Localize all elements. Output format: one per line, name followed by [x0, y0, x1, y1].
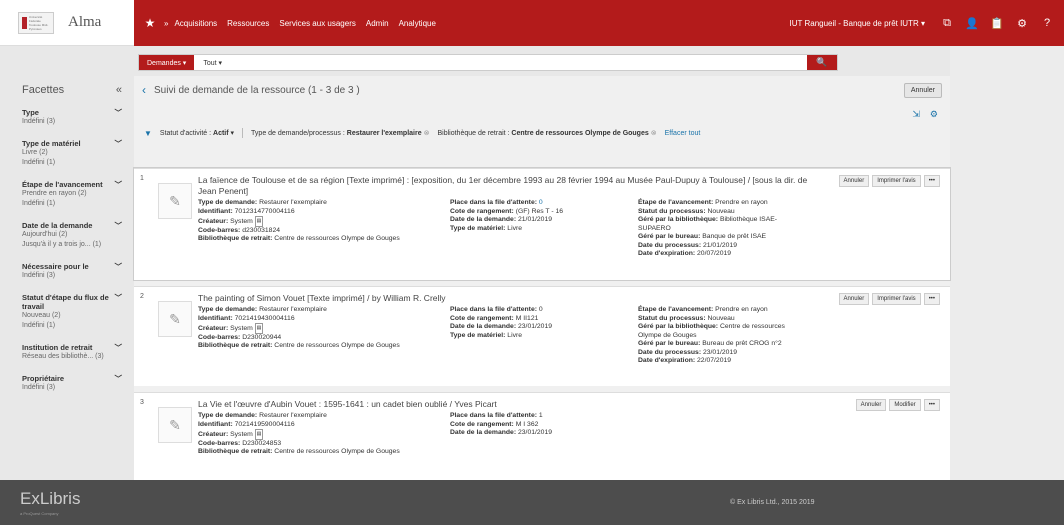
app-name: Alma [68, 14, 102, 30]
chevron-down-icon[interactable]: ﹀ [115, 293, 123, 311]
institution-selector[interactable]: IUT Rangueil - Banque de prêt IUTR ▾ [790, 19, 926, 28]
request-row[interactable]: 2 ✎ The painting of Simon Vouet [Texte i… [134, 286, 950, 386]
nav-admin[interactable]: Admin [366, 19, 389, 28]
request-title[interactable]: The painting of Simon Vouet [Texte impri… [198, 293, 828, 304]
search-button[interactable]: 🔍 [807, 55, 837, 70]
clear-all-link[interactable]: Effacer tout [665, 130, 701, 137]
edit-request-button[interactable]: Modifier [889, 399, 921, 411]
request-title[interactable]: La faïence de Toulouse et de sa région [… [198, 175, 828, 197]
exlibris-logo: ExLibris [20, 489, 81, 508]
more-actions-button[interactable]: ••• [923, 293, 940, 305]
request-row[interactable]: 1 ✎ La faïence de Toulouse et de sa régi… [134, 168, 950, 280]
search-icon: 🔍 [816, 57, 828, 67]
brand[interactable]: Université Fédérale Toulouse Midi-Pyréné… [0, 0, 134, 46]
facet-workflow-status: Statut d'étape du flux de travail ﹀ Nouve… [22, 293, 123, 329]
chevron-down-icon[interactable]: ﹀ [115, 139, 123, 148]
collapse-facets-icon[interactable]: « [116, 84, 122, 96]
active-filters: ▼ Statut d'activité : Actif ▾ Type de de… [134, 124, 950, 142]
cancel-request-button[interactable]: Annuler [855, 399, 887, 411]
facets-panel: Facettes « Type ﹀ Indéfini (3) Type de ma… [0, 76, 130, 480]
chevron-down-icon[interactable]: ﹀ [115, 343, 123, 352]
book-thumbnail-icon: ✎ [158, 183, 192, 219]
more-actions-button[interactable]: ••• [923, 175, 940, 187]
gear-icon[interactable]: ⚙ [930, 109, 938, 120]
user-info-icon[interactable]: ▤ [254, 323, 264, 334]
persistent-search: Demandes ▾ Tout ▾ 🔍 [138, 54, 838, 71]
nav-services-usagers[interactable]: Services aux usagers [279, 19, 355, 28]
star-icon[interactable]: ★ [140, 16, 160, 30]
print-slip-button[interactable]: Imprimer l'avis [872, 293, 921, 305]
filter-pickup-library[interactable]: Bibliothèque de retrait : Centre de ress… [437, 129, 656, 137]
back-icon[interactable]: ‹ [142, 83, 146, 97]
main-nav: ★ » Acquisitions Ressources Services aux… [134, 0, 1064, 46]
nav-analytique[interactable]: Analytique [399, 19, 436, 28]
user-info-icon[interactable]: ▤ [254, 429, 264, 440]
tasks-icon[interactable]: ⧉ [940, 17, 954, 30]
footer: ExLibris a ProQuest Company © Ex Libris … [0, 480, 1064, 525]
facet-needed-by: Nécessaire pour le ﹀ Indéfini (3) [22, 262, 123, 279]
institution-logo: Université Fédérale Toulouse Midi-Pyréné… [18, 11, 54, 34]
facet-type: Type ﹀ Indéfini (3) [22, 108, 123, 125]
results-panel: ‹ Suivi de demande de la ressource (1 - … [134, 76, 950, 480]
facet-progress-step: Étape de l'avancement ﹀ Prendre en rayon … [22, 180, 123, 207]
facet-material-type: Type de matériel ﹀ Livre (2) Indéfini (1) [22, 139, 123, 166]
book-thumbnail-icon: ✎ [158, 301, 192, 337]
filter-request-type[interactable]: Type de demande/processus : Restaurer l'… [251, 129, 429, 137]
request-row[interactable]: 3 ✎ La Vie et l'œuvre d'Aubin Vouet : 15… [134, 392, 950, 480]
page-title: Suivi de demande de la ressource (1 - 3 … [154, 84, 360, 96]
chevron-down-icon[interactable]: ﹀ [115, 374, 123, 383]
remove-filter-icon[interactable]: ⊗ [424, 130, 430, 137]
remove-filter-icon[interactable]: ⊗ [651, 130, 657, 137]
cancel-request-button[interactable]: Annuler [838, 293, 870, 305]
copyright: © Ex Libris Ltd., 2015 2019 [730, 499, 815, 506]
cancel-button[interactable]: Annuler [903, 82, 942, 98]
search-type-dropdown[interactable]: Demandes ▾ [139, 55, 195, 70]
filter-status[interactable]: Statut d'activité : Actif ▾ [160, 129, 234, 137]
export-icon[interactable]: ⇲ [912, 109, 920, 120]
facet-pickup-institution: Institution de retrait ﹀ Réseau des bibli… [22, 343, 123, 360]
right-margin [950, 46, 1064, 480]
expand-nav-icon[interactable]: » [164, 19, 168, 28]
book-thumbnail-icon: ✎ [158, 407, 192, 443]
filter-icon: ▼ [144, 128, 152, 138]
help-icon[interactable]: ? [1040, 17, 1054, 29]
user-icon[interactable]: 👤 [965, 17, 979, 30]
chevron-down-icon[interactable]: ﹀ [115, 180, 123, 189]
request-title[interactable]: La Vie et l'œuvre d'Aubin Vouet : 1595-1… [198, 399, 828, 410]
nav-ressources[interactable]: Ressources [227, 19, 269, 28]
facets-title: Facettes [22, 84, 65, 96]
nav-acquisitions[interactable]: Acquisitions [174, 19, 217, 28]
gear-icon[interactable]: ⚙ [1015, 17, 1029, 30]
clipboard-icon[interactable]: 📋 [990, 17, 1004, 30]
more-actions-button[interactable]: ••• [923, 399, 940, 411]
chevron-down-icon[interactable]: ﹀ [115, 262, 123, 271]
top-bar: Université Fédérale Toulouse Midi-Pyréné… [0, 0, 1064, 46]
cancel-request-button[interactable]: Annuler [838, 175, 870, 187]
facet-owner: Propriétaire ﹀ Indéfini (3) [22, 374, 123, 391]
facet-request-date: Date de la demande ﹀ Aujourd'hui (2) Jusq… [22, 221, 123, 248]
print-slip-button[interactable]: Imprimer l'avis [872, 175, 921, 187]
search-scope-dropdown[interactable]: Tout ▾ [194, 55, 222, 70]
user-info-icon[interactable]: ▤ [254, 216, 264, 227]
chevron-down-icon[interactable]: ﹀ [115, 108, 123, 117]
chevron-down-icon[interactable]: ﹀ [115, 221, 123, 230]
